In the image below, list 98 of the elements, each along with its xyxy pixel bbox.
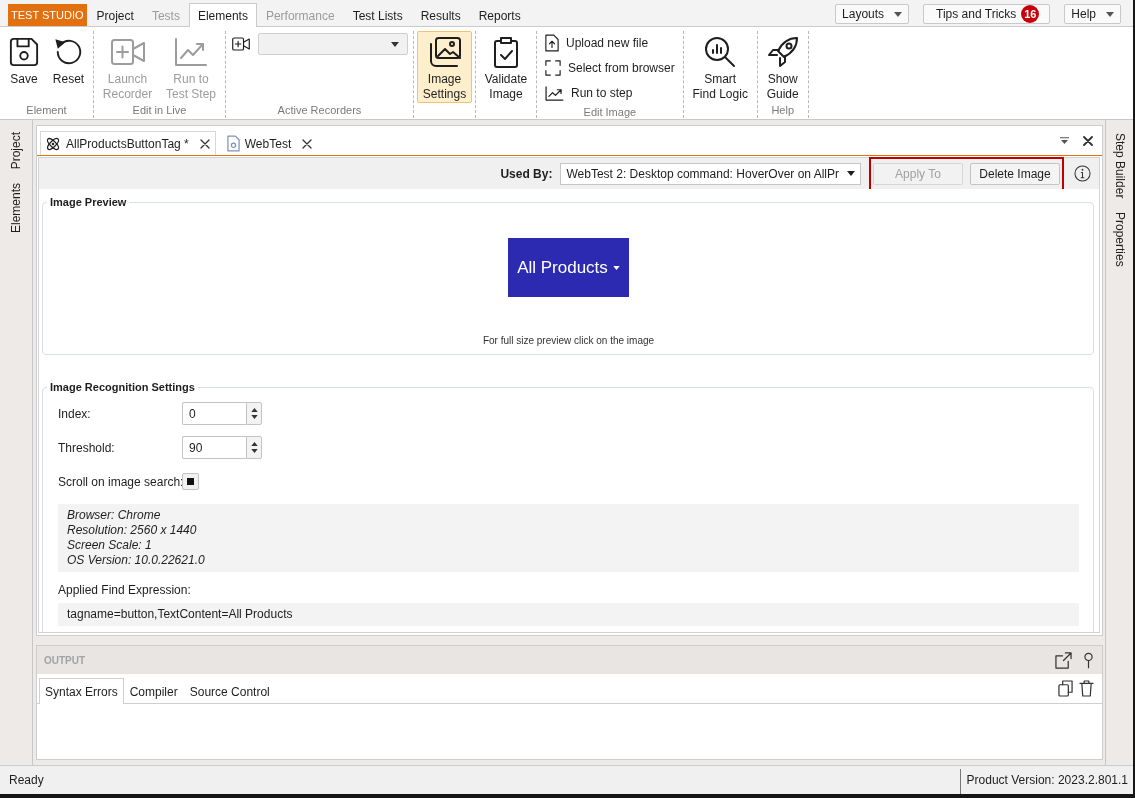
close-panel-button[interactable] <box>1083 135 1093 146</box>
caret-down-icon <box>1106 11 1114 17</box>
group-label: Edit Image <box>582 105 638 119</box>
status-text: Ready <box>8 773 44 787</box>
ribbon-button[interactable]: Image Settings <box>417 31 472 103</box>
group-label: Element <box>25 103 68 118</box>
field-label: Index: <box>58 406 92 421</box>
delete-button[interactable] <box>1079 680 1094 697</box>
ribbon-button[interactable]: Show Guide <box>760 31 805 103</box>
close-tab-button[interactable] <box>302 138 313 149</box>
ribbon-button[interactable]: Reset <box>47 31 90 103</box>
menu-tab[interactable]: Project <box>87 4 143 26</box>
info-line: Screen Scale: 1 <box>67 538 153 553</box>
trend-chart-icon <box>175 38 207 66</box>
rocket-icon <box>766 36 799 68</box>
output-tab[interactable]: Syntax Errors <box>39 678 124 704</box>
checkbox[interactable] <box>182 473 199 490</box>
field-label: Scroll on image search: <box>58 474 182 489</box>
close-icon <box>302 138 313 149</box>
dropdown-menu-icon <box>1060 137 1069 144</box>
caret-down-icon <box>391 41 399 47</box>
camera-plus-icon <box>110 39 145 65</box>
atom-icon <box>45 135 61 152</box>
side-tab[interactable]: Step Builder <box>1108 128 1131 204</box>
close-icon <box>1083 135 1093 146</box>
stepper-control[interactable] <box>246 436 262 459</box>
menu-tab[interactable]: Elements <box>188 3 257 27</box>
side-tab[interactable]: Elements <box>5 178 27 239</box>
trash-icon <box>1079 680 1094 697</box>
expression-text: tagname=button,TextContent=All Products <box>58 603 1079 626</box>
ribbon-button[interactable]: Select from browser <box>540 56 680 80</box>
panel-menu-button[interactable] <box>1060 137 1069 144</box>
file-upload-icon <box>545 34 559 52</box>
menu-dropdown[interactable]: Layouts <box>835 4 910 24</box>
close-tab-button[interactable] <box>199 138 210 149</box>
tips-count: 16 <box>1021 5 1040 23</box>
down-arrow-icon <box>250 415 258 420</box>
ribbon-button[interactable]: Upload new file <box>540 31 654 55</box>
menu-tab[interactable]: Results <box>411 4 470 26</box>
document-tab[interactable]: WebTest <box>221 131 319 155</box>
dashed-frame-icon <box>545 60 561 76</box>
side-tab[interactable]: Properties <box>1108 207 1131 273</box>
menu-tab[interactable]: Reports <box>469 4 530 26</box>
info-line: Browser: Chrome <box>67 508 162 523</box>
field-label: Threshold: <box>58 440 116 455</box>
output-tab[interactable]: Source Control <box>183 678 276 704</box>
caret-down-icon <box>847 171 855 176</box>
action-button[interactable]: Delete Image <box>970 162 1060 185</box>
save-icon <box>9 37 39 67</box>
down-arrow-icon <box>250 449 258 454</box>
up-arrow-icon <box>250 441 258 446</box>
ribbon-button[interactable]: Validate Image <box>479 31 533 103</box>
copy-icon <box>1058 680 1073 697</box>
document-tab[interactable]: AllProductsButtonTag * <box>40 131 216 155</box>
magnifier-chart-icon <box>704 36 737 68</box>
output-tab[interactable]: Compiler <box>123 678 184 704</box>
info-icon <box>1074 165 1091 182</box>
caret-down-icon <box>894 11 903 17</box>
pop-out-button[interactable] <box>1055 651 1072 669</box>
version-text: Product Version: 2023.2.801.1 <box>965 773 1129 787</box>
side-tab[interactable]: Project <box>5 127 27 175</box>
menu-tab[interactable]: Test Lists <box>343 4 412 26</box>
trend-chart-icon <box>545 85 564 101</box>
group-label: Active Recorders <box>276 103 363 118</box>
pin-button[interactable] <box>1084 651 1093 669</box>
up-arrow-icon <box>250 407 258 412</box>
ribbon-button[interactable]: Save <box>3 31 45 103</box>
clipboard-check-icon <box>493 36 519 68</box>
copy-button[interactable] <box>1058 680 1073 697</box>
group-title: Image Preview <box>49 195 128 209</box>
close-icon <box>199 138 210 149</box>
undo-icon <box>53 37 84 67</box>
camera-plus-icon <box>232 37 250 51</box>
number-field[interactable]: 0 <box>182 402 246 425</box>
caret-down-icon <box>612 265 620 270</box>
info-line: OS Version: 10.0.22621.0 <box>67 553 206 568</box>
document-icon <box>226 135 240 152</box>
ribbon-button[interactable]: Smart Find Logic <box>686 31 754 103</box>
ribbon-button[interactable]: Run to step <box>540 81 638 105</box>
captured-button-label: All Products <box>517 257 608 278</box>
pop-out-icon <box>1055 651 1072 669</box>
image-icon <box>428 37 461 67</box>
number-field[interactable]: 90 <box>182 436 246 459</box>
info-button[interactable] <box>1074 165 1091 182</box>
field-label: Used By: <box>500 166 553 181</box>
info-line: Resolution: 2560 x 1440 <box>67 523 198 538</box>
panel-title: OUTPUT <box>44 654 86 666</box>
stepper-control[interactable] <box>246 402 262 425</box>
preview-image[interactable]: All Products <box>508 238 629 297</box>
tips-button[interactable]: Tips and Tricks 16 <box>923 4 1051 24</box>
field-label: Applied Find Expression: <box>58 583 192 597</box>
hint-text: For full size preview click on the image <box>482 335 655 346</box>
group-title: Image Recognition Settings <box>49 380 196 394</box>
group-label: Help <box>770 103 795 118</box>
menu-dropdown[interactable]: Help <box>1064 4 1121 24</box>
pin-icon <box>1084 651 1093 669</box>
used-by-dropdown[interactable]: WebTest 2: Desktop command: HoverOver on AllPr <box>560 162 861 185</box>
group-label: Edit in Live <box>131 103 188 118</box>
